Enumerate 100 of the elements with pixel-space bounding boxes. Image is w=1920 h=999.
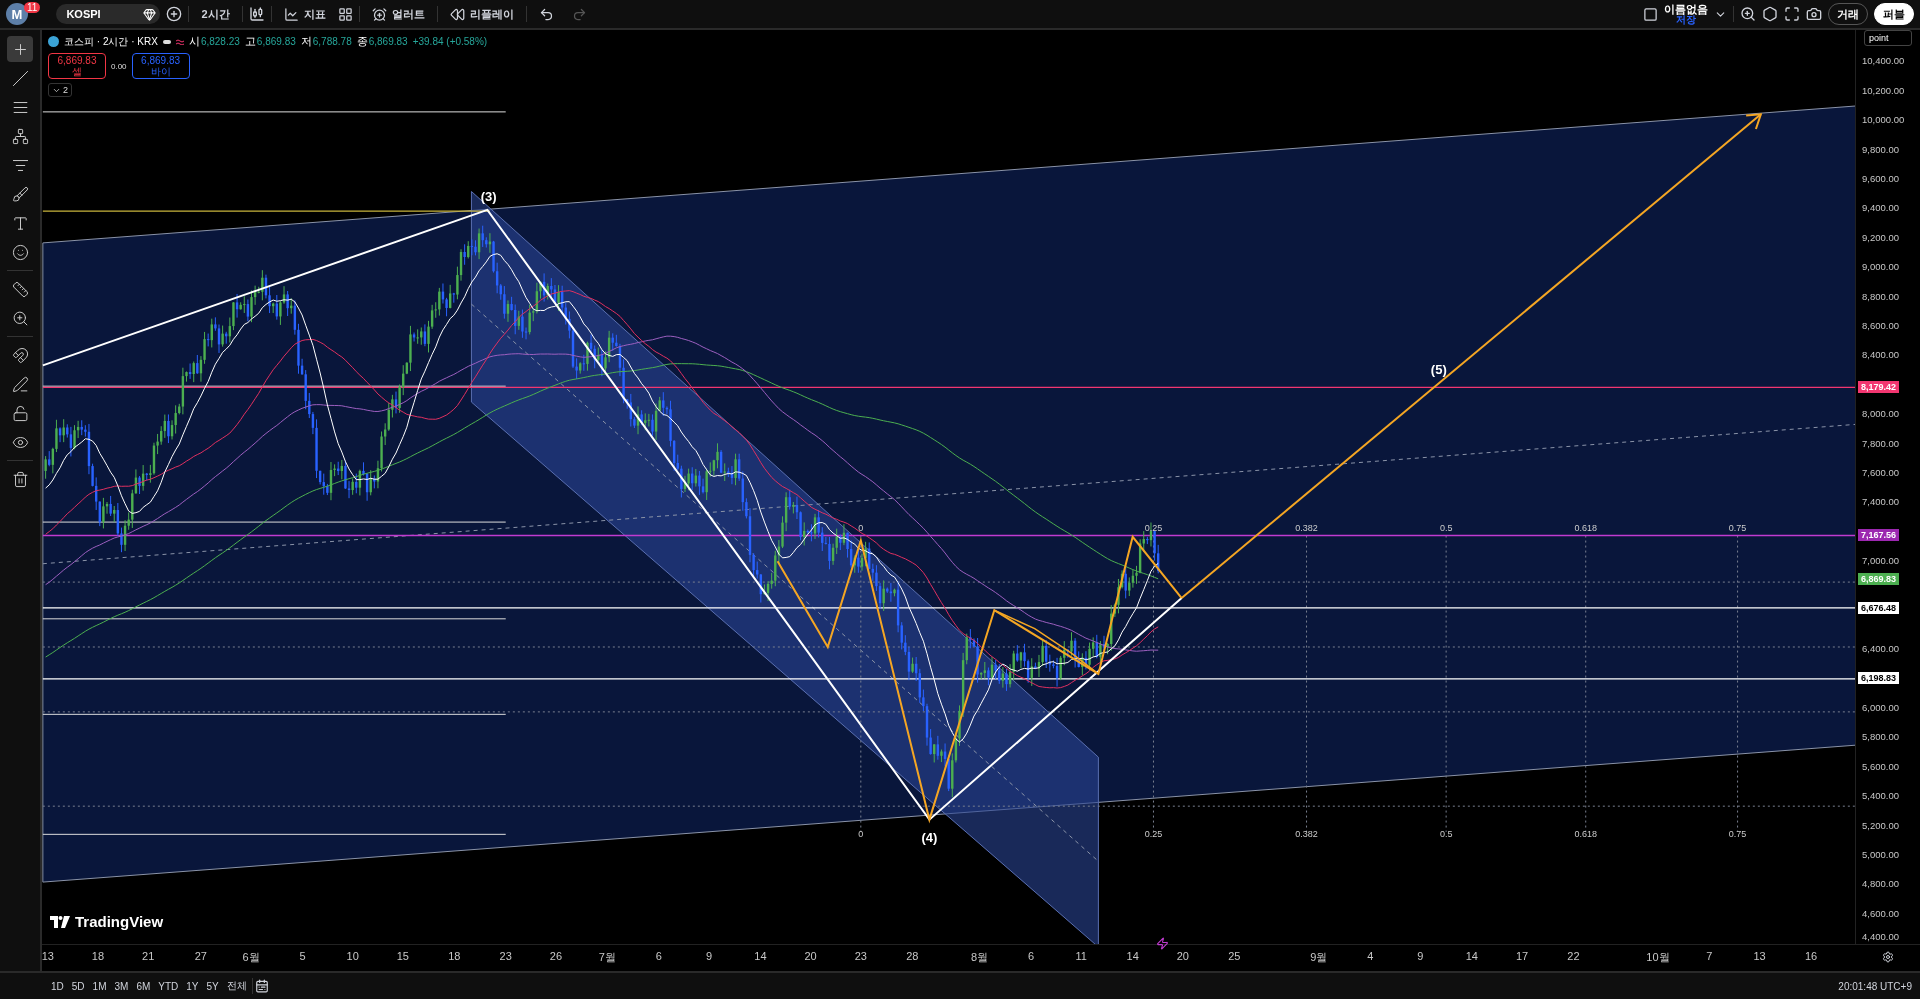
date-label: 22: [1567, 950, 1580, 962]
price-label: 9,200.00: [1862, 231, 1899, 243]
symbol-search-field[interactable]: KOSPI: [56, 4, 161, 24]
price-label: 7,000.00: [1862, 554, 1899, 566]
chart-title: 코스피 · 2시간 · KRX: [64, 34, 158, 49]
price-label: 10,000.00: [1862, 113, 1905, 125]
price-label: 4,800.00: [1862, 877, 1899, 889]
indicators-button[interactable]: 지표: [277, 4, 332, 24]
price-label: 4,400.00: [1862, 930, 1899, 942]
price-label: 5,200.00: [1862, 819, 1899, 831]
spread-value: 0.00: [111, 61, 127, 71]
price-label: 7,400.00: [1862, 495, 1899, 507]
square-icon[interactable]: [1643, 6, 1658, 22]
date-label: 13: [1753, 950, 1766, 962]
fib-level-label: 0: [858, 523, 864, 533]
fib-level-label: 0.25: [1144, 829, 1163, 840]
price-label: 10,200.00: [1862, 84, 1905, 96]
date-label: 10월: [1646, 950, 1670, 965]
price-label: 9,400.00: [1862, 201, 1899, 213]
range-button[interactable]: 5Y: [203, 978, 222, 994]
ohlc-label: 종: [356, 34, 368, 49]
minus-icon[interactable]: [162, 39, 171, 44]
date-label: 17: [1515, 950, 1529, 962]
ohlc-label: 시: [188, 34, 200, 49]
chart-line-icon: [283, 6, 299, 22]
range-button[interactable]: 3M: [111, 978, 132, 994]
buy-button[interactable]: 6,869.83 바이: [131, 53, 190, 79]
date-label: 9: [705, 950, 713, 962]
quick-search-icon[interactable]: [1740, 6, 1756, 22]
range-button[interactable]: 1M: [89, 978, 110, 994]
price-tag: 8,179.42: [1858, 380, 1900, 393]
price-label: 7,800.00: [1862, 437, 1899, 448]
add-icon[interactable]: [166, 6, 183, 22]
alert-button[interactable]: 얼러트: [365, 4, 431, 24]
date-label: 13: [41, 950, 54, 962]
range-button[interactable]: 6M: [133, 978, 154, 994]
range-button[interactable]: 1Y: [183, 978, 202, 994]
fib-level-label: 0.75: [1728, 829, 1747, 840]
fib-level-label: 0.382: [1295, 829, 1318, 840]
range-button[interactable]: 전체: [223, 977, 250, 995]
fib-level-label: 0.618: [1574, 523, 1597, 533]
date-label: 7: [1706, 950, 1713, 962]
price-label: 6,400.00: [1862, 642, 1899, 654]
interval-button[interactable]: 2시간: [195, 4, 236, 24]
lightning-icon[interactable]: [1156, 937, 1169, 950]
date-label: 14: [1465, 950, 1478, 962]
price-tag: 6,869.83: [1858, 573, 1900, 586]
date-label: 23: [854, 950, 867, 962]
scale-mode-field[interactable]: point: [1864, 30, 1912, 46]
date-label: 7월: [598, 950, 616, 965]
price-label: 5,800.00: [1862, 730, 1899, 742]
date-label: 4: [1367, 950, 1374, 962]
price-label: 6,000.00: [1862, 701, 1899, 713]
layout-name-button[interactable]: 이름없음 저장: [1664, 3, 1708, 25]
range-button[interactable]: YTD: [155, 978, 182, 994]
date-label: 6월: [242, 950, 260, 965]
price-tag: 6,198.83: [1858, 671, 1900, 684]
date-label: 18: [91, 950, 105, 962]
fib-level-label: 0.618: [1574, 829, 1597, 840]
range-button[interactable]: 1D: [48, 978, 67, 994]
price-label: 8,000.00: [1862, 407, 1899, 419]
price-tag: 6,676.48: [1858, 601, 1900, 614]
ohlc-value: 6,828.23: [200, 36, 240, 47]
date-label: 26: [549, 950, 563, 962]
date-label: 21: [142, 950, 155, 962]
fib-level-label: 0.25: [1144, 523, 1163, 533]
wave-label: (4): [921, 829, 938, 845]
date-label: 14: [1126, 950, 1139, 962]
date-label: 10: [346, 950, 359, 962]
ohlc-label: 고: [244, 34, 256, 49]
user-avatar[interactable]: M: [6, 3, 28, 25]
replay-button[interactable]: 리플레이: [443, 4, 520, 24]
date-label: 23: [499, 950, 512, 962]
date-label: 27: [194, 950, 207, 962]
price-label: 5,400.00: [1862, 789, 1899, 801]
diamond-icon: [143, 7, 157, 21]
candlestick-icon[interactable]: [248, 6, 265, 22]
price-label: 8,800.00: [1862, 290, 1899, 302]
range-button[interactable]: 5D: [68, 978, 88, 994]
ohlc-value: 6,788.78: [312, 36, 352, 47]
wave-label: (5): [1430, 362, 1447, 377]
date-label: 18: [448, 950, 461, 962]
date-label: 9: [1417, 950, 1424, 962]
date-label: 20: [1176, 950, 1189, 962]
camera-icon[interactable]: [1806, 6, 1822, 22]
redo-icon: [571, 6, 587, 22]
calendar-icon[interactable]: [254, 979, 269, 993]
alarm-clock-icon: [371, 6, 387, 22]
ohlc-label: 저: [300, 34, 312, 49]
collapse-button[interactable]: 2: [48, 83, 72, 97]
fib-level-label: 0: [858, 829, 864, 840]
date-label: 14: [754, 950, 767, 962]
publish-button[interactable]: 퍼블: [1874, 3, 1914, 25]
wave-label: (3): [480, 189, 497, 205]
wave-icon[interactable]: [175, 38, 184, 45]
crosshair-icon[interactable]: [7, 36, 33, 62]
sell-button[interactable]: 6,869.83 셀: [48, 53, 106, 79]
date-label: 9월: [1310, 950, 1328, 965]
grid-icon[interactable]: [337, 6, 353, 22]
fullscreen-icon[interactable]: [1784, 6, 1800, 22]
